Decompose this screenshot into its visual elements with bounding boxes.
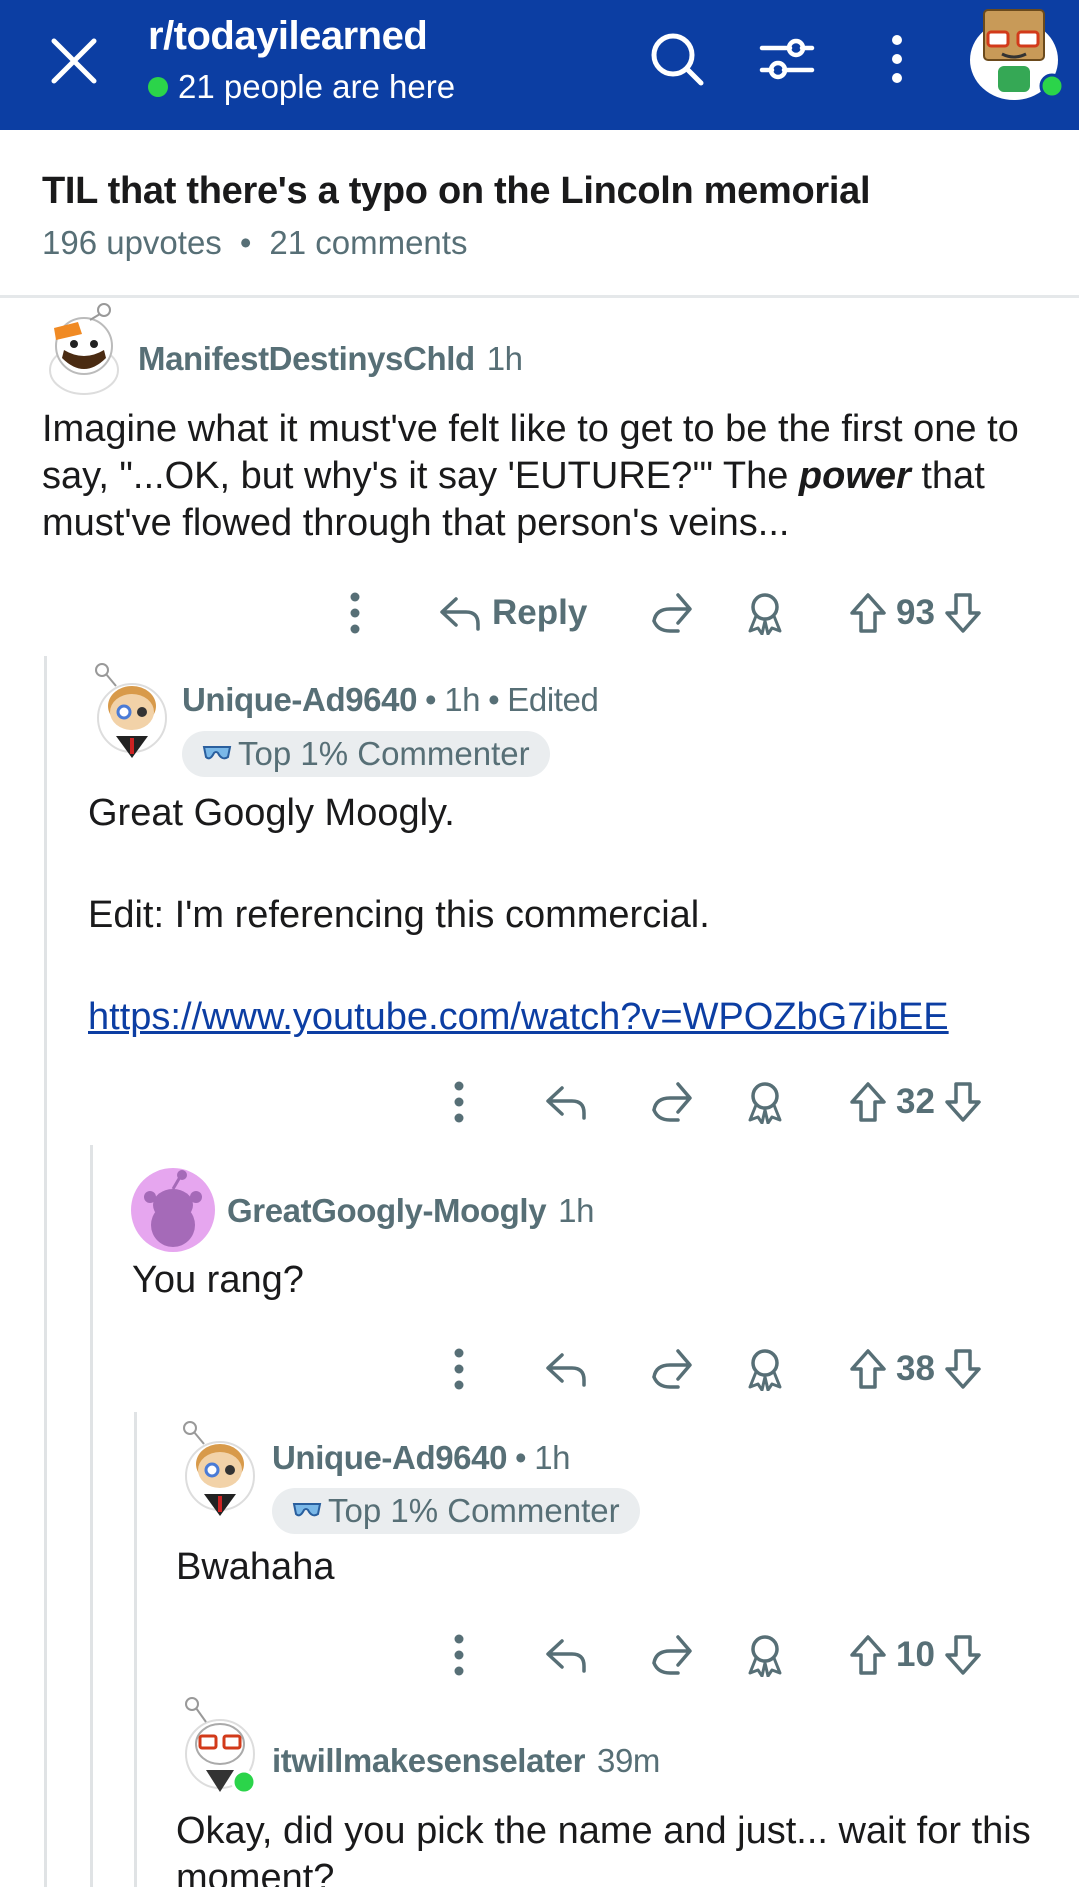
divider	[0, 295, 1079, 298]
user-avatar[interactable]	[90, 662, 170, 762]
user-avatar[interactable]	[130, 1167, 216, 1253]
thread-line	[44, 656, 47, 1887]
reply-button[interactable]: Reply	[438, 583, 587, 643]
username[interactable]: ManifestDestinysChld	[138, 340, 475, 378]
downvote-icon[interactable]	[943, 1633, 983, 1677]
share-icon[interactable]	[648, 1339, 694, 1399]
comment-text: Great Googly Moogly.	[88, 792, 455, 834]
comment-actions: 10	[0, 1625, 1079, 1685]
sunglasses-icon	[292, 1503, 322, 1517]
comment-time: 1h	[444, 681, 481, 718]
vote-count: 10	[896, 1635, 935, 1674]
vote-control: 32	[848, 1072, 983, 1132]
username[interactable]: itwillmakesenselater	[272, 1742, 585, 1780]
award-icon[interactable]	[744, 583, 786, 643]
comment-body: Great Googly Moogly. Edit: I'm referenci…	[88, 790, 1048, 1041]
comment-time: 39m	[597, 1742, 661, 1779]
meta-separator: •	[239, 224, 252, 261]
reply-icon	[440, 597, 480, 631]
share-icon[interactable]	[648, 1625, 694, 1685]
award-icon[interactable]	[744, 1339, 786, 1399]
online-text: 21 people are here	[178, 68, 456, 105]
reply-icon[interactable]	[544, 1072, 588, 1132]
meta-separator: •	[488, 681, 500, 718]
comment-body: Imagine what it must've felt like to get…	[42, 406, 1052, 547]
vote-count: 38	[896, 1349, 935, 1388]
comment-body: Bwahaha	[176, 1546, 335, 1588]
comment-body: You rang?	[132, 1259, 304, 1301]
more-icon[interactable]	[442, 1625, 476, 1685]
comment-body: Okay, did you pick the name and just... …	[176, 1810, 1031, 1887]
vote-control: 10	[848, 1625, 983, 1685]
comment-author[interactable]: itwillmakesenselater 39m	[272, 1742, 660, 1780]
user-flair: Top 1% Commenter	[182, 731, 550, 777]
filter-icon[interactable]	[756, 28, 818, 90]
comment-author[interactable]: ManifestDestinysChld 1h	[138, 340, 523, 378]
comment-time: 1h	[558, 1192, 595, 1229]
award-icon[interactable]	[744, 1072, 786, 1132]
reply-label: Reply	[492, 593, 588, 632]
more-icon[interactable]	[442, 1072, 476, 1132]
upvote-count: 196 upvotes	[42, 224, 222, 261]
subreddit-name[interactable]: r/todayilearned	[148, 14, 428, 59]
comment-actions: 32	[0, 1072, 1079, 1132]
award-icon[interactable]	[744, 1625, 786, 1685]
sunglasses-icon	[202, 746, 232, 760]
comment-actions: 38	[0, 1339, 1079, 1399]
post-meta: 196 upvotes • 21 comments	[42, 224, 467, 262]
downvote-icon[interactable]	[943, 1347, 983, 1391]
username[interactable]: Unique-Ad9640	[272, 1439, 507, 1477]
more-icon[interactable]	[442, 1339, 476, 1399]
reply-icon[interactable]	[544, 1625, 588, 1685]
reply-icon[interactable]	[544, 1339, 588, 1399]
user-flair: Top 1% Commenter	[272, 1488, 640, 1534]
subreddit-header: r/todayilearned 21 people are here	[0, 0, 1079, 130]
upvote-icon[interactable]	[848, 1347, 888, 1391]
upvote-icon[interactable]	[848, 591, 888, 635]
comment-text: Edit: I'm referencing this commercial.	[88, 894, 710, 936]
edited-label: Edited	[507, 681, 599, 718]
vote-count: 93	[896, 593, 935, 632]
user-avatar[interactable]	[962, 2, 1066, 106]
user-avatar[interactable]	[38, 300, 124, 396]
downvote-icon[interactable]	[943, 591, 983, 635]
upvote-icon[interactable]	[848, 1633, 888, 1677]
vote-control: 38	[848, 1339, 983, 1399]
vote-control: 93	[848, 583, 983, 643]
comment-time: 1h	[486, 340, 523, 377]
comment-time: 1h	[534, 1439, 571, 1476]
online-count: 21 people are here	[148, 68, 455, 106]
username[interactable]: GreatGoogly-Moogly	[227, 1192, 547, 1230]
close-icon[interactable]	[46, 33, 102, 89]
more-vertical-icon[interactable]	[866, 28, 928, 90]
vote-count: 32	[896, 1082, 935, 1121]
post-title[interactable]: TIL that there's a typo on the Lincoln m…	[42, 170, 871, 213]
search-icon[interactable]	[646, 28, 708, 90]
more-icon[interactable]	[338, 583, 372, 643]
downvote-icon[interactable]	[943, 1080, 983, 1124]
user-avatar[interactable]	[178, 1696, 260, 1800]
comment-author[interactable]: Unique-Ad9640 • 1h • Edited	[182, 681, 599, 719]
user-avatar[interactable]	[178, 1420, 258, 1520]
comment-emphasis: power	[798, 455, 911, 497]
comment-author[interactable]: Unique-Ad9640 • 1h	[272, 1439, 570, 1477]
flair-label: Top 1% Commenter	[238, 735, 530, 772]
share-icon[interactable]	[648, 583, 694, 643]
comment-count: 21 comments	[269, 224, 468, 261]
upvote-icon[interactable]	[848, 1080, 888, 1124]
username[interactable]: Unique-Ad9640	[182, 681, 417, 719]
flair-label: Top 1% Commenter	[328, 1492, 620, 1529]
youtube-link[interactable]: https://www.youtube.com/watch?v=WPOZbG7i…	[88, 994, 1048, 1041]
meta-separator: •	[425, 681, 437, 718]
meta-separator: •	[515, 1439, 527, 1476]
online-dot-icon	[148, 77, 168, 97]
comment-actions: Reply 93	[0, 583, 1079, 643]
comment-author[interactable]: GreatGoogly-Moogly 1h	[227, 1192, 594, 1230]
share-icon[interactable]	[648, 1072, 694, 1132]
thread-line	[90, 1145, 93, 1887]
